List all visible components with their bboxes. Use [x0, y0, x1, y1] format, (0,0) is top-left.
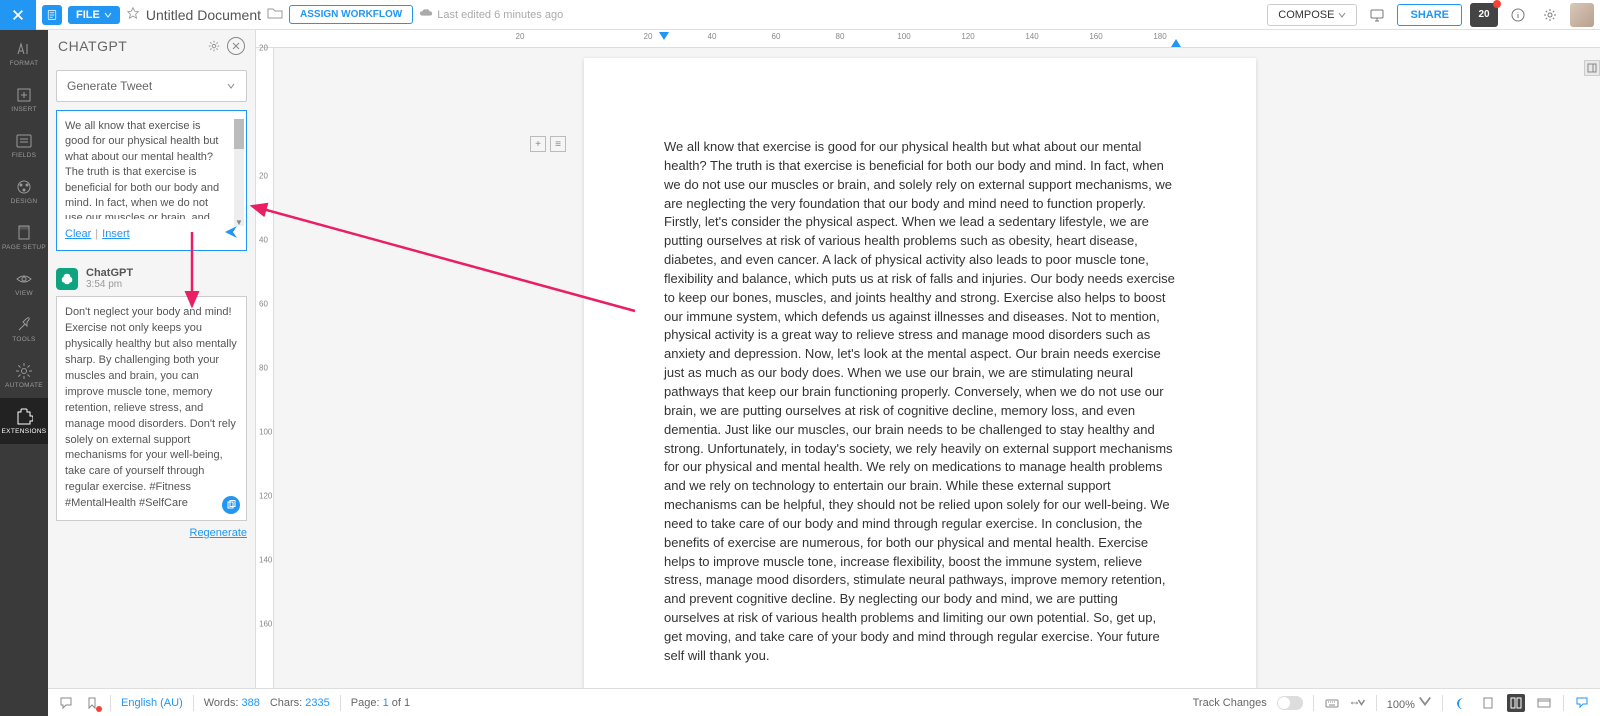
cloud-icon — [419, 8, 433, 21]
status-bar: English (AU) Words: 388 Chars: 2335 Page… — [48, 688, 1600, 716]
char-count: Chars: 2335 — [270, 697, 330, 709]
prompt-template-dropdown[interactable]: Generate Tweet — [56, 70, 247, 102]
vertical-ruler[interactable]: 2020406080100120140160 — [256, 48, 274, 688]
language-selector[interactable]: English (AU) — [121, 697, 183, 709]
word-count: Words: 388 — [204, 697, 260, 709]
chat-timestamp: 3:54 pm — [86, 279, 133, 290]
sidebar-item-page-setup[interactable]: PAGE SETUP — [0, 214, 48, 260]
regenerate-link[interactable]: Regenerate — [48, 527, 247, 539]
favorite-star-icon[interactable] — [126, 6, 140, 23]
panel-close-icon[interactable] — [227, 37, 245, 55]
bookmark-icon[interactable] — [84, 695, 100, 711]
document-body-text[interactable]: We all know that exercise is good for ou… — [664, 138, 1176, 666]
present-icon[interactable] — [1365, 3, 1389, 27]
topbar: FILE Untitled Document ASSIGN WORKFLOW L… — [0, 0, 1600, 30]
sidebar-item-fields[interactable]: FIELDS — [0, 122, 48, 168]
view-web-icon[interactable] — [1535, 694, 1553, 712]
topbar-left: FILE Untitled Document ASSIGN WORKFLOW L… — [42, 5, 563, 25]
info-icon[interactable] — [1506, 3, 1530, 27]
input-scrollbar[interactable]: ▲ ▼ — [234, 119, 244, 226]
prompt-input-box[interactable]: We all know that exercise is good for ou… — [56, 110, 247, 251]
chatgpt-panel: CHATGPT Generate Tweet We all know that … — [48, 30, 256, 688]
document-area: ▶ 2020406080100120140160180 202040608010… — [256, 30, 1600, 688]
sidebar-item-view[interactable]: VIEW — [0, 260, 48, 306]
zoom-selector[interactable]: 100% — [1387, 694, 1432, 711]
folder-icon[interactable] — [267, 6, 283, 23]
view-multi-page-icon[interactable] — [1507, 694, 1525, 712]
compose-button[interactable]: COMPOSE — [1267, 4, 1357, 26]
track-changes-toggle[interactable] — [1277, 696, 1303, 710]
page-indicator: Page: 1 of 1 — [351, 697, 410, 709]
document-title[interactable]: Untitled Document — [146, 7, 261, 23]
settings-gear-icon[interactable] — [1538, 3, 1562, 27]
chat-message-header: ChatGPT 3:54 pm — [56, 267, 247, 290]
insert-link[interactable]: Insert — [102, 228, 130, 240]
notif-dot-icon — [1493, 0, 1501, 8]
paragraph-options-icon[interactable]: ≡ — [550, 136, 566, 152]
horizontal-ruler[interactable]: 2020406080100120140160180 — [256, 30, 1600, 48]
clear-link[interactable]: Clear — [65, 228, 91, 240]
comments-icon[interactable] — [58, 695, 74, 711]
add-block-icon[interactable]: + — [530, 136, 546, 152]
panel-settings-gear-icon[interactable] — [205, 37, 223, 55]
sidebar-item-format[interactable]: FORMAT — [0, 30, 48, 76]
last-edited-text: Last edited 6 minutes ago — [419, 8, 563, 21]
document-page: + ≡ We all know that exercise is good fo… — [584, 58, 1256, 708]
notif-badge[interactable]: 20 — [1470, 3, 1498, 27]
sidebar-item-design[interactable]: DESIGN — [0, 168, 48, 214]
copy-response-icon[interactable] — [222, 496, 240, 514]
close-app-button[interactable] — [0, 0, 36, 30]
share-button[interactable]: SHARE — [1397, 4, 1462, 26]
left-sidebar: FORMAT INSERT FIELDS DESIGN PAGE SETUP V… — [0, 30, 48, 716]
sidebar-item-tools[interactable]: TOOLS — [0, 306, 48, 352]
panel-title: CHATGPT — [58, 38, 127, 54]
sidebar-item-extensions[interactable]: EXTENSIONS — [0, 398, 48, 444]
topbar-right: COMPOSE SHARE 20 — [1267, 3, 1594, 27]
chat-response-body: Don't neglect your body and mind! Exerci… — [56, 296, 247, 521]
assign-workflow-button[interactable]: ASSIGN WORKFLOW — [289, 5, 413, 24]
track-changes-label: Track Changes — [1193, 697, 1267, 709]
file-label: FILE — [76, 9, 100, 21]
user-avatar[interactable] — [1570, 3, 1594, 27]
view-single-page-icon[interactable] — [1479, 694, 1497, 712]
sidebar-item-automate[interactable]: AUTOMATE — [0, 352, 48, 398]
chatgpt-avatar-icon — [56, 268, 78, 290]
file-menu-button[interactable]: FILE — [68, 6, 120, 24]
fit-width-icon[interactable] — [1350, 695, 1366, 711]
chat-icon[interactable] — [1574, 695, 1590, 711]
dark-mode-icon[interactable] — [1453, 695, 1469, 711]
sidebar-item-insert[interactable]: INSERT — [0, 76, 48, 122]
panel-header: CHATGPT — [48, 30, 255, 62]
document-icon — [42, 5, 62, 25]
keyboard-icon[interactable] — [1324, 695, 1340, 711]
right-panel-toggle[interactable] — [1584, 60, 1600, 76]
prompt-input-text[interactable]: We all know that exercise is good for ou… — [65, 119, 238, 219]
chat-sender-name: ChatGPT — [86, 267, 133, 279]
